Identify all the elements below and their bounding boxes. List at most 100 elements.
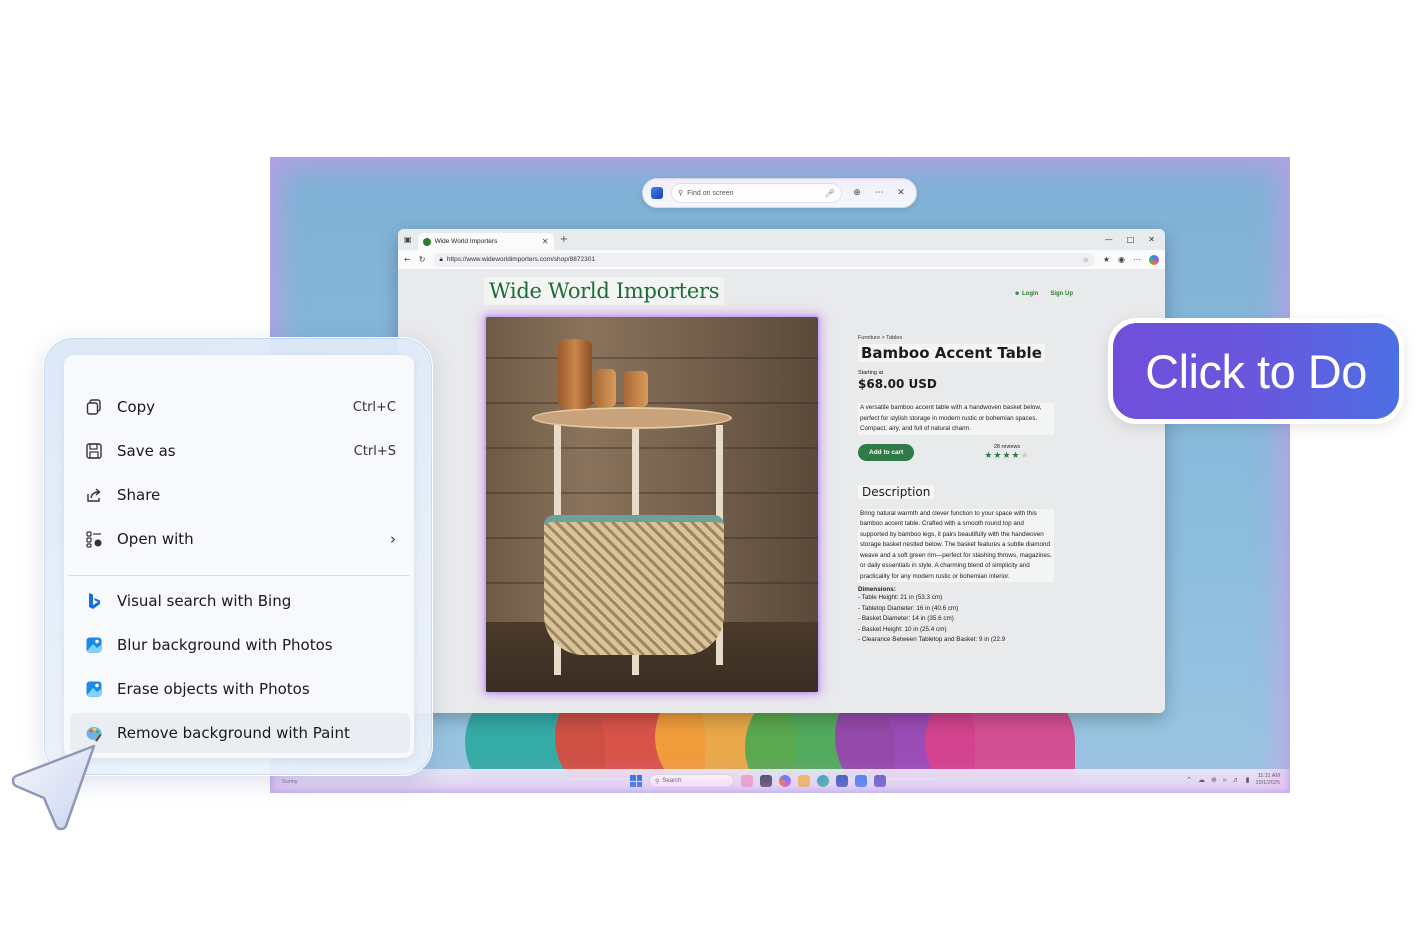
- clock-time: 11:11 AM: [1257, 773, 1280, 779]
- menu-item-label: Blur background with Photos: [117, 636, 333, 654]
- find-on-screen-input[interactable]: ⚲ Find on screen 🎤︎: [671, 183, 842, 203]
- dimensions-list: - Table Height: 21 in (53.3 cm) - Tablet…: [858, 593, 1054, 646]
- store-icon[interactable]: [836, 775, 848, 787]
- click-to-do-logo-icon: [651, 187, 663, 199]
- window-controls: — □ ✕: [1105, 235, 1159, 244]
- tab-close-icon[interactable]: ✕: [542, 237, 549, 246]
- dimension-item: - Basket Diameter: 14 in (35.6 cm): [858, 615, 954, 622]
- app-icon[interactable]: [855, 775, 867, 787]
- system-tray: ⌃ ☁ ⊕ ≈ ♬ ▮ 11:11 AM 10/1/2025: [1186, 773, 1280, 787]
- settings-more-icon[interactable]: ⋯: [1133, 255, 1141, 264]
- maximize-icon[interactable]: □: [1127, 235, 1135, 244]
- menu-item-save-as[interactable]: Save as Ctrl+S: [70, 431, 410, 471]
- browser-tab-bar: ▣ Wide World Importers ✕ + — □ ✕: [398, 229, 1165, 250]
- search-icon: ⚲: [678, 190, 684, 197]
- menu-item-label: Share: [117, 486, 161, 504]
- battery-icon[interactable]: ▮: [1246, 776, 1250, 784]
- tab-actions-icon[interactable]: ▣: [404, 235, 412, 244]
- globe-icon[interactable]: ⊕: [1211, 776, 1217, 784]
- copilot-icon[interactable]: [1149, 254, 1159, 265]
- add-to-cart-button[interactable]: Add to cart: [858, 443, 915, 461]
- find-on-screen-placeholder: Find on screen: [687, 189, 734, 197]
- dimension-item: - Clearance Between Tabletop and Basket:…: [858, 636, 1006, 643]
- menu-item-label: Open with: [117, 530, 194, 548]
- menu-item-shortcut: Ctrl+C: [352, 399, 396, 415]
- start-button[interactable]: [630, 775, 642, 787]
- breadcrumb[interactable]: Furniture > Tables: [858, 335, 1054, 341]
- volume-icon[interactable]: ♬: [1233, 777, 1240, 784]
- close-icon[interactable]: ✕: [894, 188, 908, 198]
- product-image[interactable]: [486, 317, 818, 692]
- task-view-icon[interactable]: [760, 775, 772, 787]
- dimension-item: - Basket Height: 10 in (25.4 cm): [858, 625, 947, 633]
- refresh-icon[interactable]: ↻: [419, 255, 426, 264]
- login-label: Login: [1022, 291, 1039, 297]
- new-tab-button[interactable]: +: [560, 234, 568, 245]
- taskbar-apps: ⚲ Search: [630, 774, 886, 788]
- dimension-item: - Tabletop Diameter: 16 in (40.6 cm): [858, 604, 959, 612]
- menu-item-label: Copy: [117, 398, 156, 416]
- reviews-block[interactable]: 28 reviews ★★★★★: [984, 444, 1029, 461]
- menu-item-visual-search-bing[interactable]: Visual search with Bing: [70, 581, 410, 621]
- browser-tab[interactable]: Wide World Importers ✕: [417, 233, 554, 250]
- weather-condition: Sunny: [282, 779, 298, 785]
- menu-item-erase-objects-photos[interactable]: Erase objects with Photos: [70, 669, 410, 709]
- bing-icon: [84, 591, 104, 611]
- save-icon: [84, 441, 104, 461]
- menu-item-copy[interactable]: Copy Ctrl+C: [70, 387, 410, 427]
- taskbar-search-icon: ⚲: [655, 778, 660, 785]
- menu-divider: [68, 575, 410, 576]
- signup-link[interactable]: Sign Up: [1050, 291, 1073, 297]
- url-text: https://www.wideworldimporters.com/shop/…: [446, 256, 596, 263]
- dimensions-heading: Dimensions:: [858, 586, 896, 593]
- menu-item-label: Save as: [117, 442, 176, 460]
- paint-icon: [84, 723, 104, 743]
- find-on-screen-bar[interactable]: ⚲ Find on screen 🎤︎ ⊕ ⋯ ✕: [642, 178, 917, 208]
- chevron-right-icon: ›: [390, 530, 396, 548]
- dimension-item: - Table Height: 21 in (53.3 cm): [858, 594, 943, 601]
- menu-item-share[interactable]: Share: [70, 475, 410, 515]
- file-explorer-icon[interactable]: [798, 775, 810, 787]
- click-to-do-badge-frame: Click to Do: [1108, 318, 1404, 424]
- favorites-icon[interactable]: ★: [1103, 255, 1110, 264]
- product-title: Bamboo Accent Table: [858, 344, 1045, 362]
- teams-icon[interactable]: [874, 775, 886, 787]
- menu-item-remove-background-paint[interactable]: Remove background with Paint: [70, 713, 410, 753]
- favorite-star-icon[interactable]: ☆: [1083, 256, 1089, 264]
- tray-chevron-icon[interactable]: ⌃: [1186, 776, 1192, 784]
- web-page: Wide World Importers ☻ Login Sign Up Fur…: [398, 269, 1165, 713]
- menu-item-shortcut: Ctrl+S: [353, 443, 396, 459]
- taskbar: 75°F Sunny ⚲ Search ⌃ ☁ ⊕ ≈ ♬ ▮: [270, 769, 1290, 793]
- menu-item-open-with[interactable]: Open with ›: [70, 519, 410, 559]
- lock-icon: 🔒︎: [439, 255, 443, 263]
- photos-icon: [84, 635, 104, 655]
- copy-icon: [84, 397, 104, 417]
- site-favicon-icon: [422, 237, 431, 246]
- microphone-icon[interactable]: 🎤︎: [825, 189, 835, 198]
- window-close-icon[interactable]: ✕: [1148, 235, 1155, 244]
- login-link[interactable]: ☻ Login: [1014, 291, 1038, 297]
- address-bar[interactable]: 🔒︎ https://www.wideworldimporters.com/sh…: [433, 252, 1095, 267]
- widgets-icon[interactable]: [741, 775, 753, 787]
- edge-icon[interactable]: [817, 775, 829, 787]
- wifi-icon[interactable]: ≈: [1223, 777, 1227, 784]
- site-brand-title[interactable]: Wide World Importers: [484, 277, 725, 305]
- visual-search-icon[interactable]: ⊕: [850, 188, 864, 198]
- browser-tab-title: Wide World Importers: [434, 238, 498, 245]
- description-text: Bring natural warmth and clever function…: [858, 508, 1054, 582]
- onedrive-icon[interactable]: ☁: [1198, 776, 1205, 784]
- copilot-app-icon[interactable]: [779, 775, 791, 787]
- product-details: Furniture > Tables Bamboo Accent Table S…: [858, 335, 1054, 646]
- product-short-description: A versatile bamboo accent table with a h…: [858, 403, 1054, 435]
- starting-at-label: Starting at: [858, 370, 884, 376]
- photos-icon: [84, 679, 104, 699]
- minimize-icon[interactable]: —: [1105, 235, 1113, 244]
- menu-item-blur-background-photos[interactable]: Blur background with Photos: [70, 625, 410, 665]
- back-icon[interactable]: ←: [404, 255, 411, 264]
- taskbar-search[interactable]: ⚲ Search: [649, 774, 734, 788]
- auth-links: ☻ Login Sign Up: [1014, 291, 1073, 297]
- browser-window: ▣ Wide World Importers ✕ + — □ ✕ ← ↻ 🔒︎ …: [398, 229, 1165, 713]
- browser-essentials-icon[interactable]: ◉: [1118, 255, 1125, 264]
- clock[interactable]: 11:11 AM 10/1/2025: [1256, 773, 1280, 787]
- more-options-icon[interactable]: ⋯: [872, 188, 886, 198]
